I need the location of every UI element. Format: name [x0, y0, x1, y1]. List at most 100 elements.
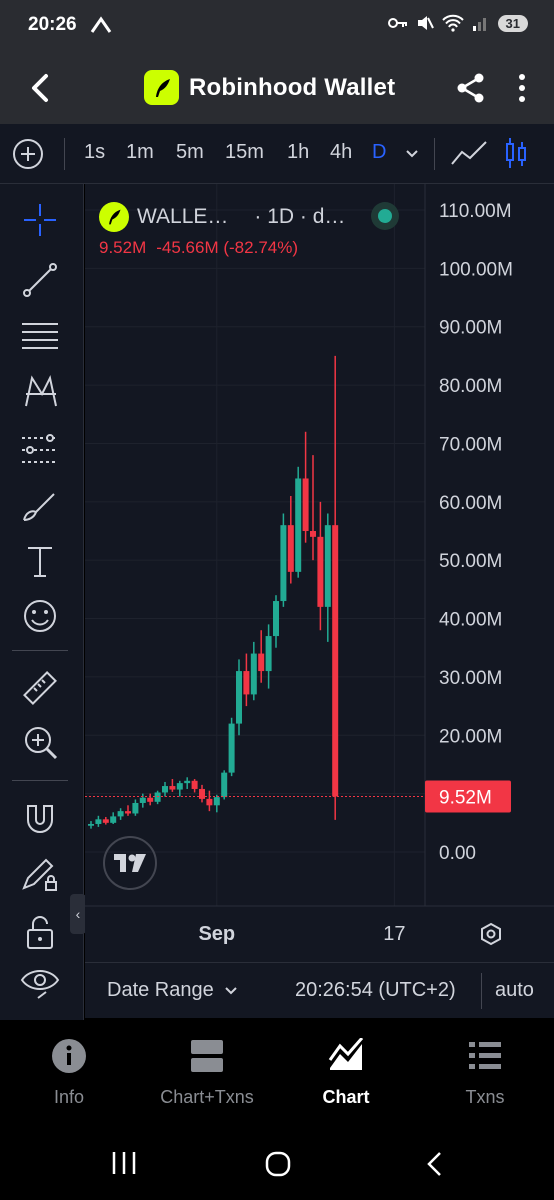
candle-body: [199, 788, 205, 799]
collapse-sidebar-button[interactable]: ‹: [70, 894, 86, 934]
datebar-divider: [481, 973, 482, 1009]
back-arrow-icon[interactable]: [26, 70, 56, 106]
text-icon[interactable]: [20, 542, 60, 582]
market-status-indicator[interactable]: [371, 202, 399, 230]
interval-5m[interactable]: 5m: [176, 141, 204, 164]
candle-body: [280, 525, 287, 602]
share-icon[interactable]: [455, 72, 487, 104]
candle-body: [125, 811, 131, 814]
symbol-interval: · 1D · d…: [254, 205, 346, 228]
y-tick-label: 40.00M: [439, 610, 502, 631]
recent-apps-icon[interactable]: [110, 1150, 138, 1176]
robinhood-logo-icon: [144, 70, 179, 105]
emoji-icon[interactable]: [20, 596, 60, 636]
interval-1s[interactable]: 1s: [84, 141, 105, 164]
zoom-in-icon[interactable]: [20, 722, 60, 762]
page-title: Robinhood Wallet: [189, 73, 396, 101]
sidebar-divider: [12, 780, 68, 781]
line-chart-type-icon[interactable]: [450, 138, 488, 170]
nav-info-label: Info: [53, 1087, 85, 1107]
app-title-group: Robinhood Wallet: [144, 70, 395, 105]
add-indicator-icon[interactable]: [12, 138, 44, 170]
candles-chart-type-icon[interactable]: [504, 136, 528, 172]
x-tick-label: Sep: [198, 923, 235, 945]
auto-scale-toggle[interactable]: auto: [495, 979, 534, 1002]
candle-body: [273, 601, 279, 637]
nav-chart[interactable]: Chart: [277, 1037, 415, 1108]
chart-legend[interactable]: WALLE… · 1D · d…: [99, 202, 345, 232]
candle-body: [317, 536, 324, 607]
candle-body: [332, 525, 339, 797]
candle-body: [324, 525, 331, 607]
status-time: 20:26: [28, 14, 77, 35]
candle-body: [147, 797, 154, 802]
candle-body: [221, 772, 228, 798]
candle-body: [102, 819, 109, 823]
candle-body: [236, 671, 242, 724]
chart-settings-icon[interactable]: [479, 922, 503, 946]
list-icon: [469, 1042, 501, 1069]
pattern-icon[interactable]: [20, 372, 60, 412]
trend-line-icon[interactable]: [20, 260, 60, 300]
sidebar-divider: [12, 650, 68, 651]
nav-txns-label: Txns: [465, 1087, 505, 1107]
interval-4h[interactable]: 4h: [330, 141, 352, 164]
candle-body: [213, 797, 220, 806]
candle-body: [287, 525, 294, 572]
ruler-icon[interactable]: [20, 668, 60, 708]
interval-15m[interactable]: 15m: [225, 141, 264, 164]
eye-visibility-icon[interactable]: [20, 964, 60, 1004]
date-range-dropdown[interactable]: Date Range: [107, 979, 238, 1002]
y-tick-label: 80.00M: [439, 376, 502, 397]
interval-1m[interactable]: 1m: [126, 141, 154, 164]
y-tick-label: 0.00: [439, 843, 476, 864]
tradingview-logo-icon[interactable]: [103, 836, 157, 890]
symbol-name: WALLE…: [137, 205, 229, 228]
interval-dropdown-chevron-icon[interactable]: [404, 146, 420, 162]
crosshair-icon[interactable]: [20, 200, 60, 240]
nav-chart-txns[interactable]: Chart+Txns: [138, 1038, 276, 1108]
last-price-label: 9.52M: [439, 787, 492, 808]
y-tick-label: 70.00M: [439, 434, 502, 455]
chevron-down-icon: [225, 986, 237, 994]
y-tick-label: 50.00M: [439, 551, 502, 572]
candle-body: [110, 816, 117, 823]
price-chart[interactable]: 110.00M 100.00M 90.00M 80.00M 70.00M 60.00M 50…: [85, 184, 554, 962]
interval-1h[interactable]: 1h: [287, 141, 309, 164]
chart-txns-icon: [191, 1040, 223, 1072]
candle-body: [162, 786, 168, 793]
candle-body: [258, 653, 265, 672]
candle-body: [302, 478, 309, 531]
lock-drawing-icon[interactable]: [20, 854, 60, 894]
nav-txns[interactable]: Txns: [416, 1038, 554, 1108]
date-range-bar: Date Range 20:26:54 (UTC+2) auto: [85, 962, 554, 1018]
signal-icon: [472, 18, 486, 31]
toolbar-divider: [64, 138, 65, 170]
fib-levels-icon[interactable]: [20, 316, 60, 356]
candle-body: [95, 819, 102, 824]
nav-chart-label: Chart: [322, 1087, 370, 1107]
candle-body: [243, 671, 250, 695]
unlock-icon[interactable]: [20, 912, 60, 952]
status-bar: 20:26 31: [0, 0, 554, 52]
wifi-icon: [441, 14, 464, 32]
interval-d[interactable]: D: [372, 141, 386, 164]
candle-body: [139, 797, 146, 803]
candle-body: [176, 783, 183, 790]
brush-icon[interactable]: [20, 486, 60, 526]
home-icon[interactable]: [264, 1150, 292, 1178]
candlestick-plot[interactable]: 110.00M 100.00M 90.00M 80.00M 70.00M 60.00M 50…: [85, 184, 554, 962]
y-tick-label: 30.00M: [439, 668, 502, 689]
candle-body: [265, 636, 272, 672]
prediction-icon[interactable]: [20, 430, 60, 470]
battery-level: 31: [497, 14, 528, 32]
y-tick-label: 90.00M: [439, 318, 502, 339]
nav-info[interactable]: Info: [0, 1038, 138, 1108]
back-nav-icon[interactable]: [424, 1150, 444, 1178]
timezone-time[interactable]: 20:26:54 (UTC+2): [295, 979, 456, 1002]
candle-body: [250, 653, 257, 695]
legend-last-value: 9.52M: [99, 238, 147, 257]
magnet-icon[interactable]: [20, 798, 60, 838]
key-icon: [387, 18, 407, 28]
more-vertical-icon[interactable]: [510, 72, 534, 104]
